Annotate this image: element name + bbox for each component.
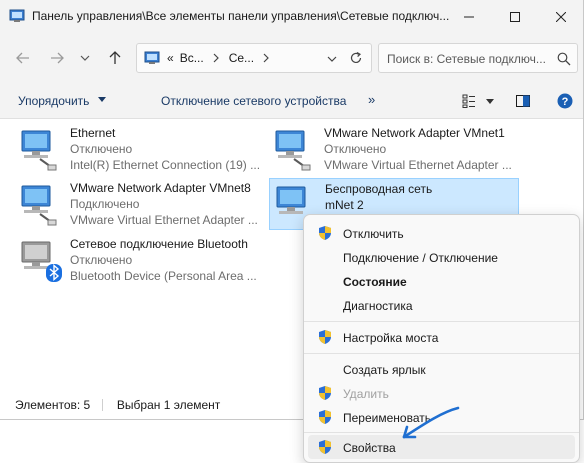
search-icon[interactable] — [557, 52, 571, 66]
item-name: Ethernet — [70, 126, 116, 140]
item-count: Элементов: 5 — [15, 398, 91, 412]
menu-separator — [304, 432, 579, 433]
bluetooth-adapter-icon — [21, 241, 62, 282]
arrow-left-icon — [16, 52, 29, 64]
menu-label: Удалить — [343, 387, 389, 401]
item-status: mNet 2 — [325, 198, 364, 212]
item-status: Отключено — [324, 142, 387, 156]
item-status: Подключено — [70, 197, 140, 211]
item-device: VMware Virtual Ethernet Adapter ... — [70, 213, 258, 227]
breadcrumb-segment-2[interactable]: Се... — [229, 51, 254, 65]
connection-item-ethernet[interactable]: Ethernet Отключено Intel(R) Ethernet Con… — [15, 123, 265, 175]
menu-label: Состояние — [343, 275, 407, 289]
uac-shield-icon — [319, 330, 331, 344]
status-bar: Элементов: 5 Выбран 1 элемент — [15, 398, 220, 412]
more-commands-button[interactable]: » — [368, 92, 375, 107]
svg-text:?: ? — [562, 96, 569, 108]
menu-item-bridge[interactable]: Настройка моста — [308, 325, 575, 349]
caret-down-icon[interactable] — [486, 99, 494, 105]
item-device: VMware Virtual Ethernet Adapter ... — [324, 158, 512, 172]
arrow-up-icon — [109, 51, 121, 64]
control-panel-icon — [144, 51, 160, 64]
menu-item-properties[interactable]: Свойства — [308, 435, 575, 459]
menu-separator — [304, 321, 579, 322]
menu-label: Переименовать — [343, 411, 431, 425]
item-name: VMware Network Adapter VMnet1 — [324, 126, 505, 140]
close-icon — [556, 11, 566, 22]
maximize-button[interactable] — [492, 0, 538, 33]
menu-item-create-shortcut[interactable]: Создать ярлык — [308, 357, 575, 381]
minimize-icon — [464, 16, 474, 17]
minimize-button[interactable] — [446, 0, 492, 33]
connection-item-vmnet1[interactable]: VMware Network Adapter VMnet1 Отключено … — [269, 123, 519, 175]
menu-item-diagnostics[interactable]: Диагностика — [308, 293, 575, 317]
item-status: Отключено — [70, 253, 133, 267]
context-menu: Отключить Подключение / Отключение Состо… — [303, 214, 580, 463]
menu-item-connect-disconnect[interactable]: Подключение / Отключение — [308, 245, 575, 269]
view-options-icon[interactable] — [462, 94, 476, 108]
menu-label: Отключить — [343, 227, 404, 241]
caret-down-icon — [97, 97, 106, 102]
chevron-right-icon[interactable] — [212, 53, 220, 63]
connection-item-bluetooth[interactable]: Сетевое подключение Bluetooth Отключено … — [15, 234, 265, 286]
address-bar[interactable]: « Вс... Се... — [136, 43, 372, 73]
menu-label: Свойства — [343, 441, 396, 455]
organize-menu[interactable]: Упорядочить — [18, 94, 106, 108]
control-panel-icon — [9, 9, 25, 22]
connection-item-vmnet8[interactable]: VMware Network Adapter VMnet8 Подключено… — [15, 178, 265, 230]
menu-label: Диагностика — [343, 299, 413, 313]
item-device: Bluetooth Device (Personal Area ... — [70, 269, 257, 283]
item-name: Сетевое подключение Bluetooth — [70, 237, 248, 251]
network-adapter-icon — [21, 130, 57, 171]
selection-count: Выбран 1 элемент — [116, 398, 221, 412]
item-status: Отключено — [70, 142, 133, 156]
chevron-right-icon[interactable] — [262, 53, 270, 63]
window-title: Панель управления\Все элементы панели уп… — [32, 9, 450, 23]
breadcrumb-segment-1[interactable]: Вс... — [180, 51, 204, 65]
recent-locations-button[interactable] — [74, 47, 96, 69]
title-bar: Панель управления\Все элементы панели уп… — [0, 0, 583, 33]
uac-shield-icon — [319, 226, 331, 240]
network-adapter-icon — [275, 130, 311, 171]
maximize-icon — [510, 11, 520, 22]
up-button[interactable] — [104, 47, 126, 69]
item-device: Intel(R) Ethernet Connection (19) ... — [70, 158, 261, 172]
uac-shield-icon — [319, 440, 331, 454]
menu-item-status[interactable]: Состояние — [308, 269, 575, 293]
menu-label: Создать ярлык — [343, 363, 426, 377]
menu-label: Подключение / Отключение — [343, 251, 498, 265]
menu-item-delete: Удалить — [308, 381, 575, 405]
preview-pane-icon[interactable] — [516, 95, 530, 107]
menu-item-disable[interactable]: Отключить — [308, 221, 575, 245]
disable-device-button[interactable]: Отключение сетевого устройства — [161, 94, 346, 108]
forward-button[interactable] — [46, 47, 68, 69]
menu-separator — [304, 353, 579, 354]
chevron-down-icon — [80, 55, 90, 61]
item-name: VMware Network Adapter VMnet8 — [70, 181, 251, 195]
item-name: Беспроводная сеть — [325, 182, 433, 196]
organize-label: Упорядочить — [18, 94, 90, 108]
search-placeholder: Поиск в: Сетевые подключ... — [387, 52, 546, 66]
uac-shield-icon — [319, 410, 331, 424]
search-box[interactable]: Поиск в: Сетевые подключ... — [378, 43, 578, 73]
refresh-icon[interactable] — [349, 51, 363, 65]
network-adapter-icon — [21, 185, 57, 226]
breadcrumb-overflow[interactable]: « — [167, 51, 174, 65]
menu-item-rename[interactable]: Переименовать — [308, 405, 575, 429]
help-icon[interactable]: ? — [557, 93, 573, 109]
back-button[interactable] — [12, 47, 34, 69]
uac-shield-icon — [319, 386, 331, 400]
chevron-down-icon[interactable] — [327, 55, 337, 63]
menu-label: Настройка моста — [343, 331, 439, 345]
command-bar: Упорядочить Отключение сетевого устройст… — [0, 81, 583, 119]
navigation-bar: « Вс... Се... Поиск в: Сетевые подключ..… — [0, 33, 583, 81]
close-button[interactable] — [538, 0, 583, 33]
arrow-right-icon — [51, 52, 64, 64]
